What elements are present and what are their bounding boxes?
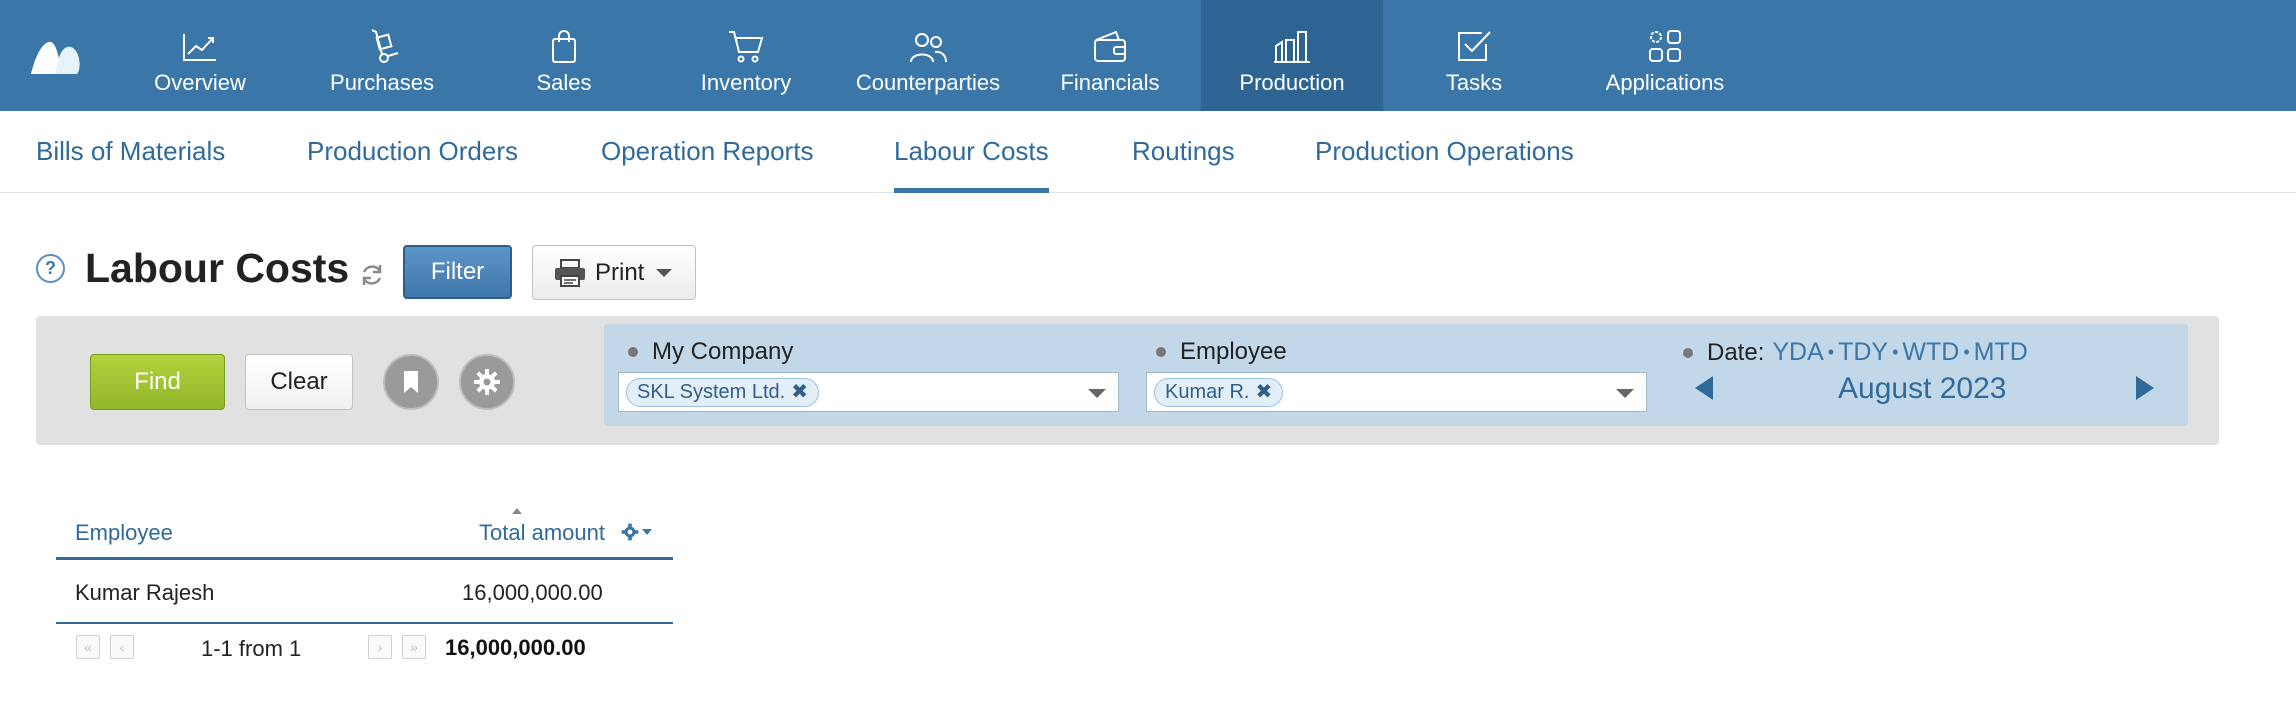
company-filter-label: My Company — [628, 338, 793, 366]
bullet-icon — [1156, 347, 1166, 357]
sub-navigation: Bills of Materials Production Orders Ope… — [0, 111, 2296, 193]
cell-employee: Kumar Rajesh — [75, 580, 215, 605]
clear-button[interactable]: Clear — [245, 354, 353, 410]
logo-icon — [30, 41, 80, 74]
next-period-icon[interactable] — [2136, 376, 2154, 400]
nav-inventory-label: Inventory — [700, 70, 792, 95]
people-icon — [910, 33, 947, 63]
header-divider — [56, 557, 673, 560]
bullet-icon — [1683, 347, 1693, 358]
cart-icon — [729, 31, 764, 63]
filter-button[interactable]: Filter — [403, 245, 512, 299]
nav-production-label: Production — [1239, 70, 1345, 95]
nav-applications[interactable]: Applications — [1565, 0, 1765, 111]
date-filter: Date: YDA • TDY • WTD • MTD — [1683, 338, 2028, 367]
printer-icon — [555, 258, 585, 287]
date-label-text: Date: — [1707, 338, 1765, 366]
nav-tasks[interactable]: Tasks — [1383, 0, 1565, 111]
employee-chip: Kumar R. ✖ — [1154, 378, 1284, 407]
chevron-down-icon — [656, 268, 673, 277]
tab-routings[interactable]: Routings — [1132, 111, 1235, 193]
hand-truck-icon — [371, 29, 399, 63]
company-chip: SKL System Ltd. ✖ — [626, 378, 819, 407]
settings-button[interactable] — [459, 354, 515, 410]
pager-info: 1-1 from 1 — [201, 636, 302, 661]
factory-icon — [1274, 31, 1310, 63]
employee-chip-text: Kumar R. — [1165, 381, 1250, 403]
nav-counterparties-label: Counterparties — [855, 70, 1001, 95]
previous-page-button[interactable]: ‹ — [110, 635, 134, 659]
nav-tasks-label: Tasks — [1445, 70, 1503, 95]
app-logo[interactable] — [0, 0, 109, 111]
chevron-down-icon — [642, 529, 652, 535]
date-mtd-link[interactable]: MTD — [1974, 338, 2028, 367]
cell-total-amount: 16,000,000.00 — [462, 580, 603, 605]
column-header-total-amount[interactable]: Total amount — [479, 520, 605, 546]
nav-production[interactable]: Production — [1201, 0, 1383, 111]
tab-production-operations[interactable]: Production Operations — [1315, 111, 1574, 193]
nav-overview-label: Overview — [154, 70, 246, 95]
tab-operation-reports[interactable]: Operation Reports — [601, 111, 813, 193]
bookmark-button[interactable] — [383, 354, 439, 410]
period-value[interactable]: August 2023 — [1838, 372, 2006, 406]
nav-purchases[interactable]: Purchases — [291, 0, 473, 111]
first-page-button[interactable]: « — [76, 635, 100, 659]
print-button[interactable]: Print — [532, 245, 696, 300]
company-label-text: My Company — [652, 338, 794, 365]
column-settings-button[interactable] — [621, 523, 652, 541]
nav-purchases-label: Purchases — [330, 70, 434, 95]
nav-overview[interactable]: Overview — [109, 0, 291, 111]
employee-filter-label: Employee — [1156, 338, 1287, 366]
nav-financials[interactable]: Financials — [1019, 0, 1201, 111]
nav-sales[interactable]: Sales — [473, 0, 655, 111]
nav-financials-label: Financials — [1060, 70, 1160, 95]
find-button[interactable]: Find — [90, 354, 225, 410]
date-wtd-link[interactable]: WTD — [1902, 338, 1959, 367]
nav-counterparties[interactable]: Counterparties — [837, 0, 1019, 111]
date-yda-link[interactable]: YDA — [1772, 338, 1823, 367]
company-select[interactable]: SKL System Ltd. ✖ — [618, 372, 1119, 412]
checkbox-icon — [1458, 31, 1491, 61]
nav-applications-label: Applications — [1605, 70, 1725, 95]
help-button[interactable]: ? — [36, 254, 65, 283]
nav-inventory[interactable]: Inventory — [655, 0, 837, 111]
tab-bills-of-materials[interactable]: Bills of Materials — [36, 111, 225, 193]
wallet-icon — [1094, 30, 1126, 62]
previous-period-icon[interactable] — [1695, 376, 1713, 400]
grand-total: 16,000,000.00 — [445, 635, 586, 660]
last-page-button[interactable]: » — [402, 635, 426, 659]
apps-grid-icon — [1649, 30, 1681, 62]
chevron-down-icon[interactable] — [1616, 389, 1634, 398]
chart-line-icon — [183, 34, 216, 61]
separator-dot: • — [1827, 342, 1835, 362]
tab-labour-costs[interactable]: Labour Costs — [894, 111, 1049, 193]
bullet-icon — [628, 347, 638, 357]
remove-employee-icon[interactable]: ✖ — [1255, 381, 1272, 403]
chevron-down-icon[interactable] — [1088, 389, 1106, 398]
refresh-icon[interactable] — [358, 261, 386, 289]
print-label: Print — [595, 258, 645, 286]
employee-label-text: Employee — [1180, 338, 1287, 365]
gear-icon — [474, 369, 500, 395]
separator-dot: • — [1963, 342, 1970, 362]
company-chip-text: SKL System Ltd. — [637, 381, 786, 403]
sort-indicator-icon — [512, 508, 522, 514]
column-header-employee[interactable]: Employee — [75, 520, 173, 546]
bookmark-icon — [404, 371, 418, 393]
next-page-button[interactable]: › — [368, 635, 392, 659]
separator-dot: • — [1892, 342, 1899, 362]
shopping-bag-icon — [552, 30, 576, 63]
gear-icon — [621, 523, 639, 541]
tab-production-orders[interactable]: Production Orders — [307, 111, 518, 193]
page-title: Labour Costs — [85, 245, 350, 291]
nav-sales-label: Sales — [536, 70, 592, 95]
employee-select[interactable]: Kumar R. ✖ — [1146, 372, 1647, 412]
footer-divider — [56, 622, 673, 624]
date-tdy-link[interactable]: TDY — [1838, 338, 1888, 367]
remove-company-icon[interactable]: ✖ — [791, 381, 808, 403]
top-navigation: Overview Purchases Sales Inventory Count… — [0, 0, 2296, 111]
